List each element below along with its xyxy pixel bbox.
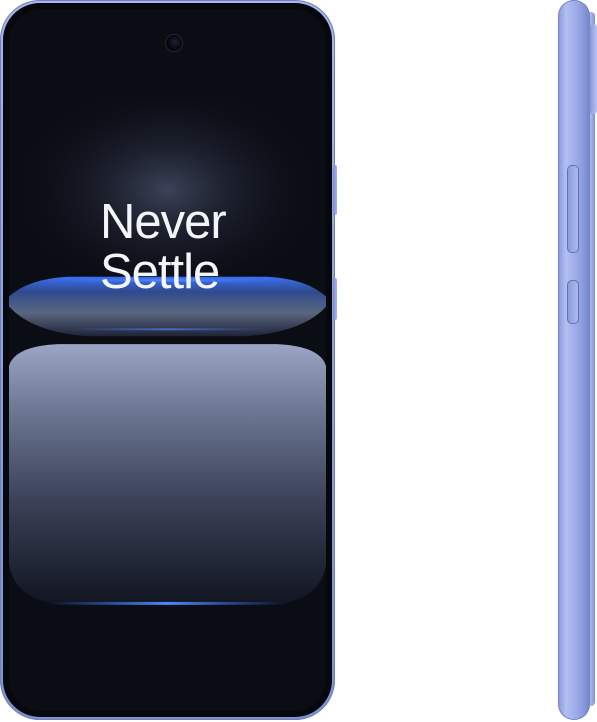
headline-line-2: Settle: [100, 245, 220, 299]
phone-side-view: [558, 0, 590, 720]
phone-front-view: Never Settle: [0, 0, 335, 720]
front-camera-icon: [166, 35, 182, 51]
screen-headline: Never Settle: [100, 197, 300, 297]
headline-line-1: Never: [100, 195, 227, 249]
phone-screen: Never Settle: [9, 9, 326, 711]
side-power-button: [567, 280, 579, 324]
side-volume-button: [567, 165, 579, 253]
front-power-key: [333, 278, 337, 320]
wallpaper-band-lower: [9, 344, 326, 604]
wallpaper: [9, 9, 326, 711]
camera-bump-edge: [590, 24, 597, 114]
product-render: Never Settle: [0, 0, 597, 722]
phone-bezel: Never Settle: [3, 3, 332, 717]
front-volume-key: [333, 165, 337, 215]
